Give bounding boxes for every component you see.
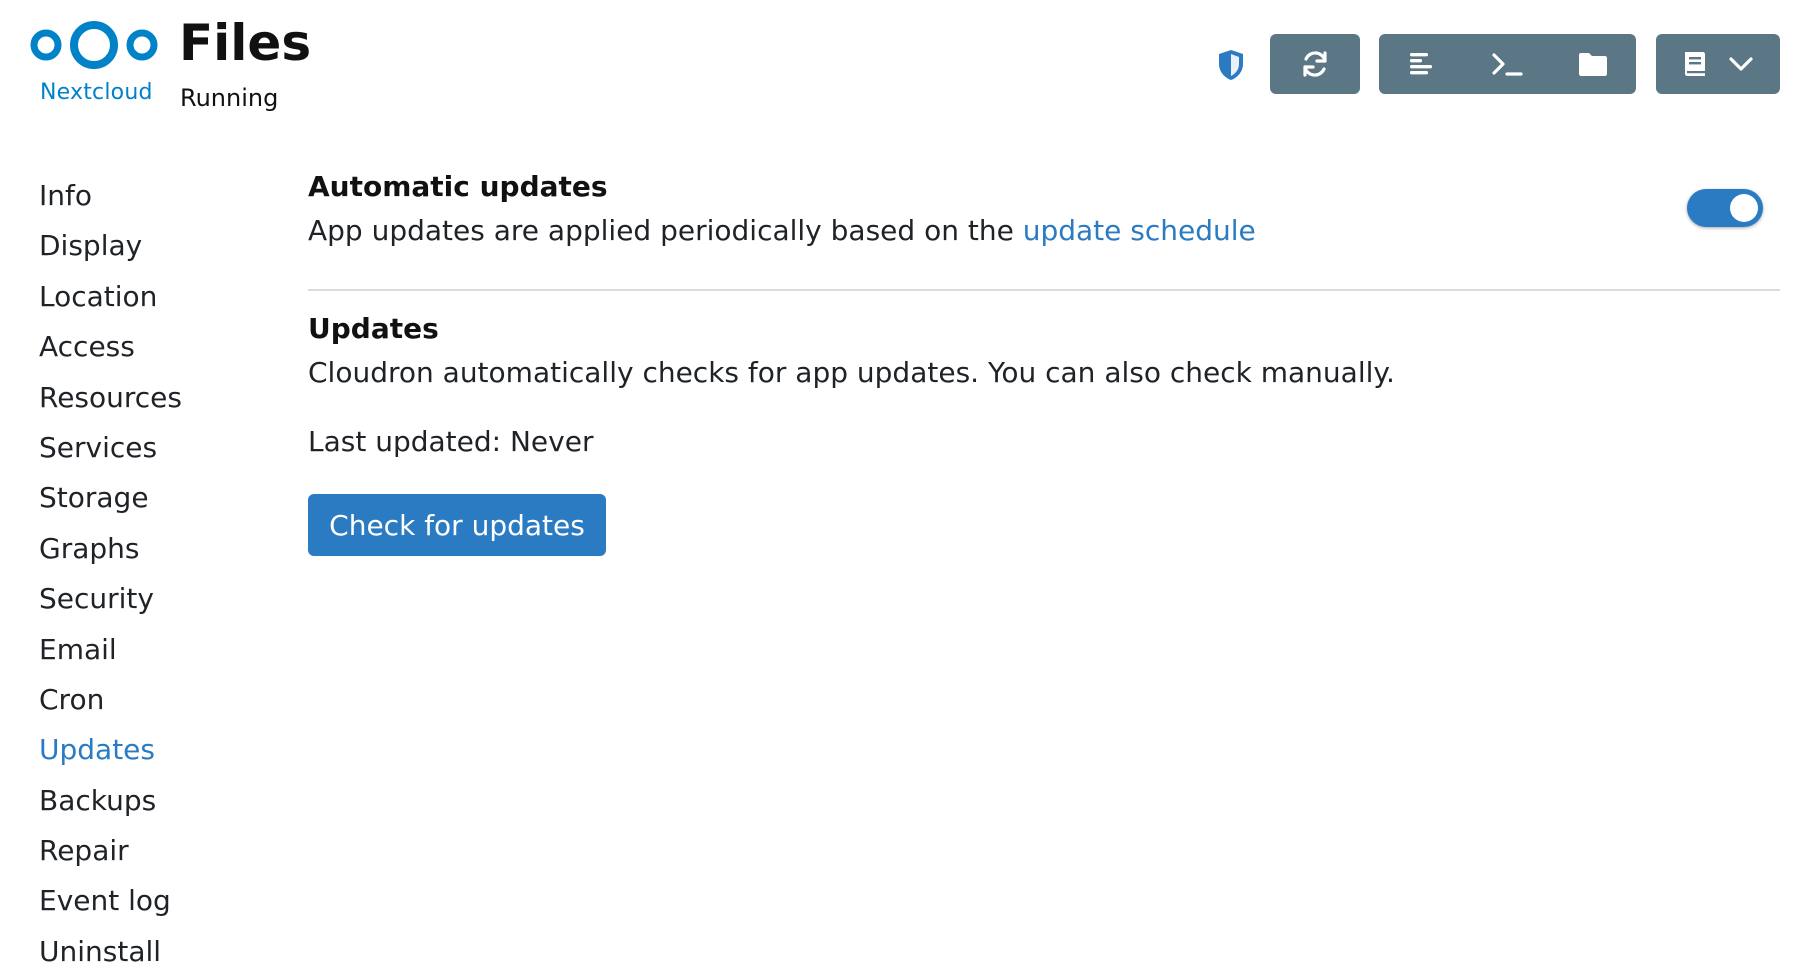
sidebar-item-graphs[interactable]: Graphs [39, 524, 269, 574]
terminal-icon[interactable] [1483, 40, 1531, 88]
automatic-updates-section: Automatic updates App updates are applie… [308, 165, 1780, 253]
sidebar-nav: Info Display Location Access Resources S… [39, 171, 269, 968]
app-status: Running [180, 84, 279, 112]
sidebar-item-updates[interactable]: Updates [39, 725, 269, 775]
folder-icon[interactable] [1569, 40, 1617, 88]
nextcloud-logo-icon [30, 21, 158, 69]
logo-text: Nextcloud [40, 80, 153, 105]
automatic-updates-title: Automatic updates [308, 170, 608, 203]
automatic-updates-text: App updates are applied periodically bas… [308, 214, 1023, 247]
last-updated-text: Last updated: Never [308, 425, 594, 458]
app-title: Files [179, 14, 312, 72]
app-header: Nextcloud Files Running [0, 0, 1800, 125]
sidebar-item-repair[interactable]: Repair [39, 826, 269, 876]
updates-title: Updates [308, 312, 439, 345]
updates-section: Updates Cloudron automatically checks fo… [308, 307, 1780, 395]
automatic-updates-toggle[interactable] [1687, 189, 1763, 227]
app-tools-button-group [1379, 34, 1636, 94]
restart-button[interactable] [1270, 34, 1360, 94]
sidebar-item-display[interactable]: Display [39, 221, 269, 271]
check-for-updates-button[interactable]: Check for updates [308, 494, 606, 556]
sidebar-item-access[interactable]: Access [39, 322, 269, 372]
refresh-icon [1291, 40, 1339, 88]
nextcloud-logo: Nextcloud [28, 20, 160, 110]
app-page: Nextcloud Files Running Info Display Loc… [0, 0, 1800, 968]
sidebar-item-security[interactable]: Security [39, 574, 269, 624]
logs-icon[interactable] [1398, 40, 1446, 88]
update-schedule-link[interactable]: update schedule [1023, 214, 1256, 247]
sidebar-item-resources[interactable]: Resources [39, 373, 269, 423]
docs-dropdown-button[interactable] [1656, 34, 1780, 94]
sidebar-item-cron[interactable]: Cron [39, 675, 269, 725]
sidebar-item-info[interactable]: Info [39, 171, 269, 221]
sidebar-item-services[interactable]: Services [39, 423, 269, 473]
automatic-updates-description: App updates are applied periodically bas… [308, 209, 1780, 253]
toggle-knob [1730, 194, 1758, 222]
book-icon [1680, 40, 1710, 88]
shield-icon[interactable] [1216, 48, 1246, 82]
sidebar-item-backups[interactable]: Backups [39, 776, 269, 826]
sidebar-item-location[interactable]: Location [39, 272, 269, 322]
sidebar-item-email[interactable]: Email [39, 625, 269, 675]
sidebar-item-uninstall[interactable]: Uninstall [39, 927, 269, 968]
updates-description: Cloudron automatically checks for app up… [308, 356, 1395, 389]
chevron-down-icon [1726, 40, 1756, 88]
sidebar-item-event-log[interactable]: Event log [39, 876, 269, 926]
section-divider [308, 289, 1780, 291]
sidebar-item-storage[interactable]: Storage [39, 473, 269, 523]
